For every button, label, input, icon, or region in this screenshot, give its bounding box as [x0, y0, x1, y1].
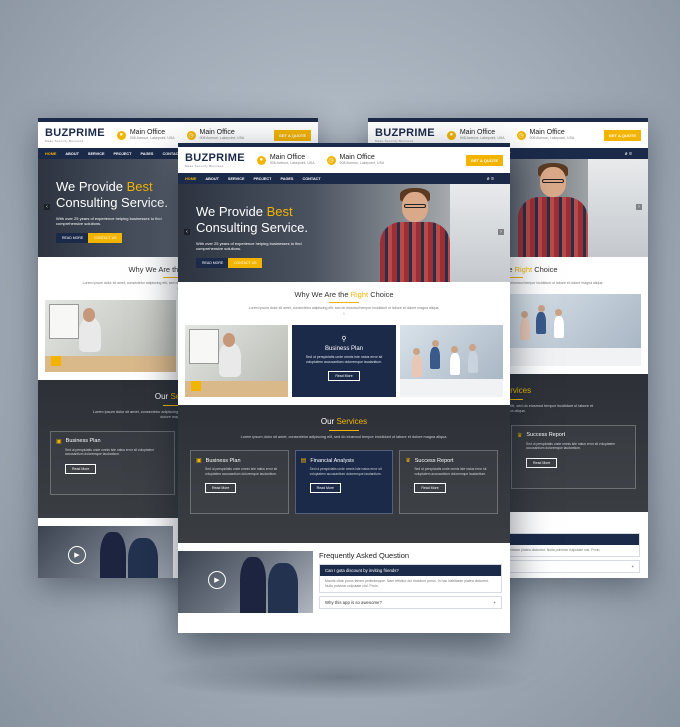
- site-header: BUZPRIME Make Security Business ● Main Off…: [178, 147, 510, 173]
- nav-pages[interactable]: PAGES: [140, 152, 153, 156]
- plus-icon[interactable]: +: [493, 600, 496, 605]
- service-card: ▣ Business Plan Sed ut perspiciatis unde o…: [50, 430, 175, 495]
- slider-prev-icon[interactable]: ‹: [44, 204, 50, 210]
- plus-icon[interactable]: +: [631, 564, 634, 569]
- faq-section: ▶ Frequently Asked Question Can I gota d…: [178, 543, 510, 613]
- slider-next-icon[interactable]: ›: [636, 204, 642, 210]
- office-info: ◷ Main Office 908 Avenue, Lakepoint, USA: [326, 154, 385, 166]
- search-icon[interactable]: ⌕ ≡: [625, 151, 632, 157]
- hero-desc: With over 25 years of experience helping…: [56, 216, 162, 227]
- logo[interactable]: BUZPRIME Make Security Business: [185, 152, 245, 168]
- office-info: ● Main Office 908 Avenue, Lakepoint, USA: [256, 154, 315, 166]
- contact-us-button[interactable]: CONTACT US: [228, 258, 263, 268]
- office-info: ◷ Main Office 908 Avenue, Lakepoint, USA: [186, 129, 245, 141]
- hero-title: We Provide BestConsulting Service.: [56, 179, 168, 211]
- faq-question[interactable]: Why this app is so awesome?+: [319, 595, 502, 609]
- clock-icon: ◷: [516, 130, 526, 140]
- read-more-button[interactable]: Read More: [526, 457, 558, 468]
- meeting-photo: [399, 324, 503, 397]
- read-more-button[interactable]: READ MORE: [196, 258, 230, 268]
- get-quote-button[interactable]: GET A QUOTE: [273, 129, 311, 141]
- main-nav: HOME ABOUT SERVICE PROJECT PAGES CONTACT…: [178, 173, 510, 184]
- read-more-button[interactable]: Read More: [328, 371, 360, 382]
- hero-title: We Provide BestConsulting Service.: [196, 204, 308, 236]
- nav-pages[interactable]: PAGES: [280, 177, 293, 181]
- hero-slider: We Provide Best Consulting Service. With …: [178, 184, 510, 282]
- read-more-button[interactable]: Read More: [205, 483, 237, 494]
- office-photo: [45, 299, 176, 372]
- services-section: Our Services Lorem ipsum dolor sit amet,…: [178, 404, 510, 543]
- nav-about[interactable]: ABOUT: [205, 177, 219, 181]
- nav-service[interactable]: SERVICE: [228, 177, 245, 181]
- trophy-icon: ♛: [517, 432, 523, 439]
- read-more-button[interactable]: READ MORE: [56, 233, 90, 243]
- office-photo: [185, 324, 289, 397]
- read-more-button[interactable]: Read More: [65, 463, 97, 474]
- play-icon[interactable]: ▶: [208, 570, 226, 589]
- video-thumbnail[interactable]: ▶: [178, 550, 313, 613]
- service-card: ♛ Success Report Sed ut perspiciatis unde …: [399, 450, 499, 515]
- nav-contact[interactable]: CONTACT: [302, 177, 320, 181]
- service-card: ▤Financial AnalysisSed ut perspiciatis u…: [294, 450, 394, 515]
- location-icon: ●: [116, 130, 126, 140]
- why-section: Why We Are the Right Choice Lorem ipsum …: [178, 282, 510, 321]
- service-card: ♛ Success Report Sed ut perspiciatis unde …: [511, 424, 636, 489]
- nav-project[interactable]: PROJECT: [254, 177, 272, 181]
- chart-icon: ⚲: [341, 335, 347, 343]
- service-card: ▣ Business Plan Sed ut perspiciatis unde o…: [190, 450, 289, 515]
- slider-prev-icon[interactable]: ‹: [184, 229, 190, 235]
- meeting-photo: [510, 293, 641, 366]
- office-info: ◷ Main Office 908 Avenue, Lakepoint, USA: [516, 129, 575, 141]
- office-info: ● Main Office 908 Avenue, Lakepoint, USA: [116, 129, 175, 141]
- lightbulb-icon: ♁: [342, 310, 346, 317]
- logo[interactable]: BUZPRIME Make Security Business: [375, 127, 435, 143]
- read-more-button[interactable]: Read More: [414, 483, 446, 494]
- hero-person-image: [380, 188, 450, 282]
- clock-icon: ◷: [186, 130, 196, 140]
- location-icon: ●: [256, 155, 266, 165]
- search-icon[interactable]: ⌕ ≡: [487, 176, 494, 182]
- briefcase-icon: ▣: [56, 438, 62, 445]
- nav-service[interactable]: SERVICE: [88, 152, 105, 156]
- mockup-front: BUZPRIME Make Security Business ● Main Off…: [178, 143, 510, 633]
- get-quote-button[interactable]: GET A QUOTE: [465, 154, 503, 166]
- logo[interactable]: BUZPRIME Make Security Business: [45, 127, 105, 143]
- get-quote-button[interactable]: GET A QUOTE: [603, 129, 641, 141]
- contact-us-button[interactable]: CONTACT US: [88, 233, 123, 243]
- video-thumbnail[interactable]: ▶: [38, 525, 173, 578]
- read-more-button[interactable]: Read More: [309, 483, 341, 494]
- feature-tiles: ⚲ Business Plan Sed ut perspiciatis unde…: [185, 324, 503, 397]
- trophy-icon: ♛: [405, 458, 411, 465]
- floor-shadow: [150, 655, 530, 700]
- business-plan-tile: ⚲ Business Plan Sed ut perspiciatis unde…: [292, 324, 396, 397]
- location-icon: ●: [446, 130, 456, 140]
- play-icon[interactable]: ▶: [68, 545, 86, 564]
- nav-home[interactable]: HOME: [185, 177, 196, 181]
- faq-question[interactable]: Can I gota discount by inviting friends?: [320, 564, 501, 576]
- hero-desc: With over 25 years of experience helping…: [196, 241, 302, 252]
- office-info: ● Main Office 908 Avenue, Lakepoint, USA: [446, 129, 505, 141]
- briefcase-icon: ▣: [196, 458, 202, 465]
- bar-chart-icon: ▤: [300, 458, 307, 465]
- hero-person-image: [518, 163, 588, 257]
- nav-home[interactable]: HOME: [45, 152, 56, 156]
- nav-project[interactable]: PROJECT: [114, 152, 132, 156]
- clock-icon: ◷: [326, 155, 336, 165]
- nav-about[interactable]: ABOUT: [65, 152, 79, 156]
- slider-next-icon[interactable]: ›: [498, 229, 504, 235]
